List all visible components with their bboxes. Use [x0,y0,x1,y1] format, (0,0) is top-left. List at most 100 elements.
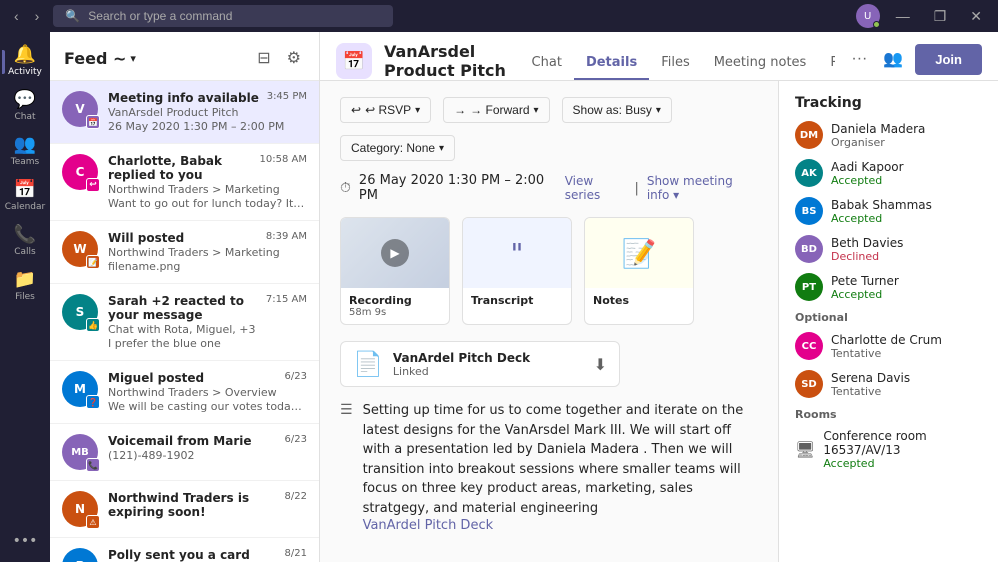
category-button[interactable]: Category: None ▾ [340,135,455,161]
sidebar-item-activity[interactable]: 🔔 Activity [2,40,48,83]
feed-avatar-2: C ↩ [62,154,98,190]
more-options-button[interactable]: ··· [847,46,871,72]
feed-item-4[interactable]: S 👍 Sarah +2 reacted to your message 7:1… [50,284,319,361]
sidebar-item-calls[interactable]: 📞 Calls [2,220,48,263]
clock-icon: ⏱ [340,180,351,196]
transcript-card[interactable]: " Transcript [462,217,572,325]
nav-buttons: ‹ › [8,6,45,26]
tracking-title: Tracking [795,95,982,111]
view-series-link[interactable]: View series [565,174,627,202]
tab-details[interactable]: Details [574,47,649,80]
sidebar-item-chat[interactable]: 💬 Chat [2,85,48,128]
user-avatar[interactable]: U [856,4,880,28]
feed-title[interactable]: Feed ~ ▾ [64,49,136,68]
feed-content-3: Will posted 8:39 AM Northwind Traders > … [108,231,307,273]
tab-files[interactable]: Files [649,47,702,80]
meeting-icon: 📅 [336,43,372,79]
feed-item-sub-6: (121)-489-1902 [108,449,307,462]
room-status: Accepted [823,457,982,470]
tracking-avatar-0: DM [795,121,823,149]
room-icon: 🖥 [795,440,815,459]
notes-icon: 📝 [622,237,657,270]
feed-item-3[interactable]: W 📝 Will posted 8:39 AM Northwind Trader… [50,221,319,284]
app-body: 🔔 Activity 💬 Chat 👥 Teams 📅 Calendar 📞 C… [0,32,998,562]
feed-item-title-2: Charlotte, Babak replied to you [108,154,260,182]
feed-filter-button[interactable]: ⊟ [253,44,274,72]
feed-item-time-8: 8/21 [285,548,307,559]
transcript-thumbnail: " [463,218,571,288]
tab-meeting-notes[interactable]: Meeting notes [702,47,819,80]
feed-item-preview-2: Want to go out for lunch today? It's my.… [108,197,307,210]
feed-avatar-badge-3: 📝 [86,255,100,269]
forward-button[interactable]: → → Forward ▾ [443,97,549,123]
meeting-header-top: 📅 VanArsdel Product Pitch Chat Details F… [336,32,982,80]
feed-item-preview-3: filename.png [108,260,307,273]
feed-item-7[interactable]: N ⚠ Northwind Traders is expiring soon! … [50,481,319,538]
sidebar-item-more[interactable]: ••• [2,528,48,554]
show-meeting-info-link[interactable]: Show meeting info ▾ [647,174,758,202]
date-text: 26 May 2020 1:30 PM – 2:00 PM [359,173,549,203]
feed-avatar-badge-6: 📞 [86,458,100,472]
meeting-header: 📅 VanArsdel Product Pitch Chat Details F… [320,32,998,81]
description-link[interactable]: VanArdel Pitch Deck [363,518,494,533]
description-text: Setting up time for us to come together … [363,401,758,518]
transcript-label: Transcript [471,294,563,307]
tab-recording[interactable]: Recording & Transcript [818,47,835,80]
feed-avatar-badge-5: ❓ [86,395,100,409]
people-button[interactable]: 👥 [879,45,907,73]
feed-item-time-4: 7:15 AM [266,294,307,305]
notes-card[interactable]: 📝 Notes [584,217,694,325]
search-bar[interactable]: 🔍 [53,5,393,27]
chat-icon: 💬 [14,91,36,109]
title-bar-left: ‹ › 🔍 [8,5,393,27]
rsvp-button[interactable]: ↩ ↩ RSVP ▾ [340,97,431,123]
tracking-status-opt-1: Tentative [831,385,910,398]
description-icon: ☰ [340,402,353,533]
maximize-button[interactable]: ❐ [926,0,955,32]
feed-content-7: Northwind Traders is expiring soon! 8/22 [108,491,307,519]
feed-item-1[interactable]: V 📅 Meeting info available 3:45 PM VanAr… [50,81,319,144]
attachment-sub: Linked [393,365,584,378]
tracking-avatar-4: PT [795,273,823,301]
calendar-label: Calendar [5,202,45,212]
feed-avatar-badge-4: 👍 [86,318,100,332]
download-icon[interactable]: ⬇ [594,355,607,374]
sidebar-item-teams[interactable]: 👥 Teams [2,130,48,173]
feed-item-preview-1: 26 May 2020 1:30 PM – 2:00 PM [108,120,307,133]
tracking-status-2: Accepted [831,212,932,225]
minimize-button[interactable]: — [888,0,918,32]
meeting-content: ↩ ↩ RSVP ▾ → → Forward ▾ Show as: Busy ▾ [320,81,778,562]
feed-item-title-7: Northwind Traders is expiring soon! [108,491,285,519]
rsvp-icon: ↩ [351,103,361,117]
back-button[interactable]: ‹ [8,6,25,26]
feed-avatar-4: S 👍 [62,294,98,330]
close-button[interactable]: ✕ [962,0,990,32]
more-icon: ••• [13,534,38,548]
recording-card[interactable]: ▶ Recording 58m 9s [340,217,450,325]
feed-settings-button[interactable]: ⚙ [283,44,305,72]
recording-duration: 58m 9s [349,307,441,318]
tracking-avatar-opt-0: CC [795,332,823,360]
notes-label: Notes [593,294,685,307]
left-rail: 🔔 Activity 💬 Chat 👥 Teams 📅 Calendar 📞 C… [0,32,50,562]
feed-content-8: Polly sent you a card 8/21 Take this pol… [108,548,307,562]
join-button[interactable]: Join [915,44,982,75]
feed-item-5[interactable]: M ❓ Miguel posted 6/23 Northwind Traders… [50,361,319,424]
show-as-button[interactable]: Show as: Busy ▾ [562,97,672,123]
calls-label: Calls [14,247,36,257]
search-input[interactable] [88,9,348,23]
tracking-name-opt-0: Charlotte de Crum [831,333,942,347]
feed-content-2: Charlotte, Babak replied to you 10:58 AM… [108,154,307,210]
meeting-header-actions: ··· 👥 Join [847,44,982,79]
feed-item-8[interactable]: P 📊 Polly sent you a card 8/21 Take this… [50,538,319,562]
feed-item-title-4: Sarah +2 reacted to your message [108,294,266,322]
tab-chat[interactable]: Chat [520,47,574,80]
forward-button[interactable]: › [29,6,46,26]
online-indicator [873,21,880,28]
feed-item-2[interactable]: C ↩ Charlotte, Babak replied to you 10:5… [50,144,319,221]
sidebar-item-files[interactable]: 📁 Files [2,265,48,308]
feed-item-6[interactable]: MB 📞 Voicemail from Marie 6/23 (121)-489… [50,424,319,481]
tracking-person-2: BS Babak Shammas Accepted [795,197,982,225]
sidebar-item-calendar[interactable]: 📅 Calendar [2,175,48,218]
tracking-name-2: Babak Shammas [831,198,932,212]
